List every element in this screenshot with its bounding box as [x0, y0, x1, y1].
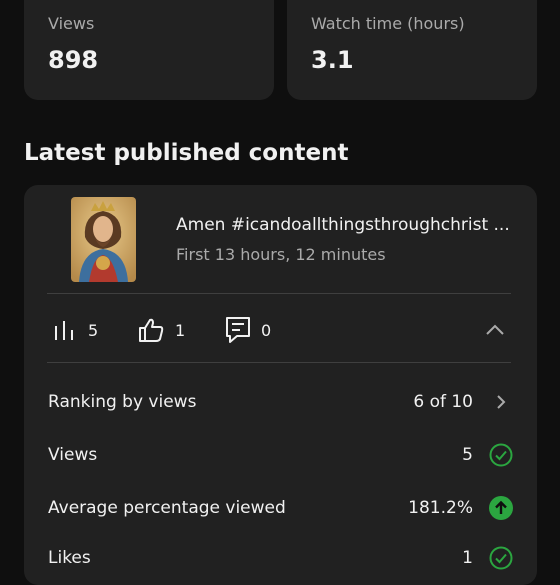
chevron-up-icon — [486, 324, 504, 335]
section-title: Latest published content — [24, 140, 349, 166]
arrow-up-circle-icon — [489, 496, 513, 520]
video-subtitle: First 13 hours, 12 minutes — [176, 245, 386, 264]
views-metric: 5 — [52, 317, 98, 343]
row-label: Views — [48, 445, 98, 465]
watch-time-stat-label: Watch time (hours) — [311, 14, 465, 33]
comments-count: 0 — [261, 320, 272, 340]
chevron-right-icon — [489, 390, 513, 414]
likes-metric: 1 — [137, 317, 185, 343]
check-circle-icon — [489, 443, 513, 467]
likes-row: Likes 1 — [48, 543, 513, 573]
watch-time-stat-card[interactable]: Watch time (hours) 3.1 — [287, 0, 537, 100]
row-label: Likes — [48, 548, 91, 568]
latest-content-card: Amen #icandoallthingsthroughchrist ... F… — [24, 185, 537, 585]
row-value: 5 — [462, 445, 473, 465]
row-value: 1 — [462, 548, 473, 568]
thumbs-up-icon — [139, 318, 164, 342]
views-stat-value: 898 — [48, 46, 99, 74]
views-stat-card[interactable]: Views 898 — [24, 0, 274, 100]
views-stat-label: Views — [48, 14, 95, 33]
video-title[interactable]: Amen #icandoallthingsthroughchrist ... — [176, 215, 526, 235]
divider — [47, 293, 511, 294]
divider — [47, 362, 511, 363]
likes-count: 1 — [175, 320, 186, 340]
row-value: 181.2% — [408, 498, 473, 518]
row-label: Average percentage viewed — [48, 498, 286, 518]
views-count: 5 — [88, 320, 99, 340]
avg-percentage-row: Average percentage viewed 181.2% — [48, 493, 513, 523]
video-thumbnail[interactable] — [71, 197, 136, 282]
comments-metric: 0 — [225, 317, 271, 343]
row-value: 6 of 10 — [413, 392, 473, 412]
row-label: Ranking by views — [48, 392, 197, 412]
check-circle-icon — [489, 546, 513, 570]
views-row: Views 5 — [48, 440, 513, 470]
bar-chart-icon — [55, 321, 73, 340]
comment-icon — [226, 317, 250, 343]
watch-time-stat-value: 3.1 — [311, 46, 354, 74]
collapse-button[interactable] — [484, 319, 506, 345]
ranking-row[interactable]: Ranking by views 6 of 10 — [48, 387, 513, 417]
